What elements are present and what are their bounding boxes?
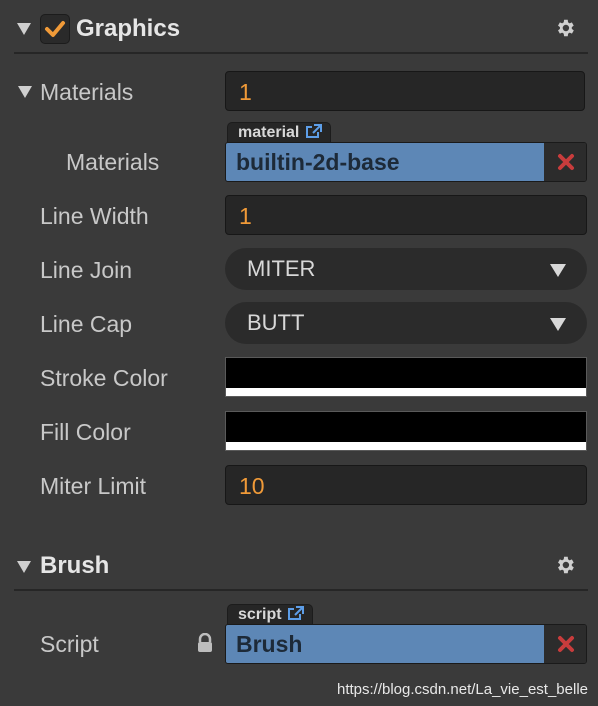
materials-count-field[interactable]: 1: [225, 71, 585, 111]
line-join-label: Line Join: [40, 257, 133, 283]
script-tag-label: script: [238, 606, 282, 623]
material-type-tag: material: [227, 122, 331, 142]
collapse-materials-icon[interactable]: [18, 86, 32, 98]
caret-down-icon: [550, 318, 566, 331]
fill-color-swatch[interactable]: [225, 411, 587, 451]
script-asset-field[interactable]: Brush: [225, 624, 587, 664]
x-icon: [558, 154, 574, 170]
miter-limit-label: Miter Limit: [40, 473, 147, 499]
brush-header-divider: [14, 589, 588, 591]
line-cap-value: BUTT: [247, 310, 305, 335]
collapse-graphics-icon[interactable]: [17, 23, 31, 35]
materials-count-value: 1: [239, 79, 252, 105]
miter-limit-value: 10: [239, 473, 265, 499]
material-item-label: Materials: [66, 149, 160, 175]
caret-down-icon: [550, 264, 566, 277]
stroke-color-swatch[interactable]: [225, 357, 587, 397]
watermark-text: https://blog.csdn.net/La_vie_est_belle: [336, 681, 588, 698]
stroke-color-alpha-bar: [226, 388, 586, 396]
script-label: Script: [40, 631, 99, 657]
line-width-field[interactable]: 1: [225, 195, 587, 235]
lock-icon: [198, 633, 212, 652]
x-icon: [558, 636, 574, 652]
fill-color-alpha-bar: [226, 442, 586, 450]
materials-label: Materials: [40, 79, 134, 105]
line-width-label: Line Width: [40, 203, 149, 229]
brush-title: Brush: [40, 552, 110, 579]
material-asset-name[interactable]: builtin-2d-base: [226, 143, 544, 181]
script-asset-name[interactable]: Brush: [226, 625, 544, 663]
script-remove-button[interactable]: [544, 625, 586, 663]
checkmark-icon: [45, 21, 65, 37]
graphics-title: Graphics: [76, 15, 181, 42]
graphics-component-header: Graphics: [0, 0, 598, 50]
graphics-header-divider: [14, 52, 588, 54]
fill-color-label: Fill Color: [40, 419, 131, 445]
external-link-icon[interactable]: [288, 606, 305, 620]
script-asset-value: Brush: [236, 631, 303, 657]
line-width-value: 1: [239, 203, 252, 229]
miter-limit-field[interactable]: 10: [225, 465, 587, 505]
gear-icon[interactable]: [554, 17, 576, 39]
line-cap-label: Line Cap: [40, 311, 133, 337]
material-asset-field[interactable]: builtin-2d-base: [225, 142, 587, 182]
graphics-enabled-checkbox[interactable]: [40, 14, 70, 44]
material-tag-label: material: [238, 124, 300, 141]
script-type-tag: script: [227, 604, 314, 624]
line-join-select[interactable]: MITER: [225, 248, 587, 290]
material-asset-value: builtin-2d-base: [236, 149, 400, 175]
gear-icon[interactable]: [554, 554, 576, 576]
line-join-value: MITER: [247, 256, 316, 281]
line-cap-select[interactable]: BUTT: [225, 302, 587, 344]
brush-component-header: Brush: [0, 540, 598, 590]
external-link-icon[interactable]: [305, 124, 322, 138]
stroke-color-label: Stroke Color: [40, 365, 168, 391]
collapse-brush-icon[interactable]: [17, 561, 31, 573]
material-remove-button[interactable]: [544, 143, 586, 181]
